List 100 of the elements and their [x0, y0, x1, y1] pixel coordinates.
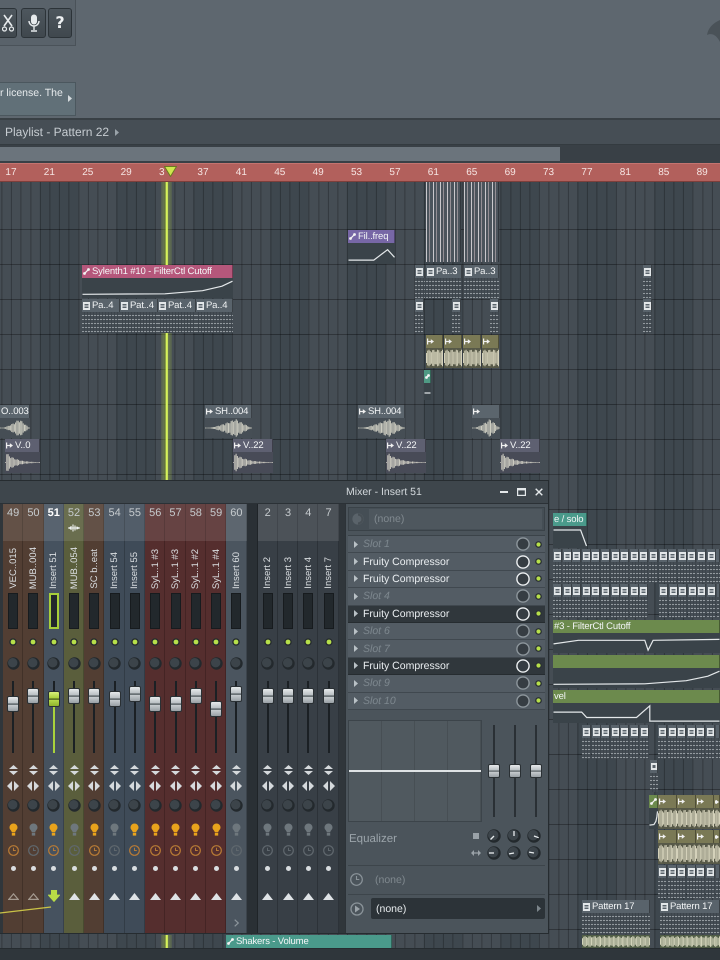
eq-knob[interactable] [507, 846, 521, 860]
triangle-icon[interactable] [210, 892, 222, 900]
dot-icon[interactable] [214, 866, 219, 870]
chevron-right-icon[interactable] [234, 919, 239, 927]
fader-thumb[interactable] [48, 691, 60, 707]
led-icon[interactable] [324, 638, 333, 646]
dot-icon[interactable] [10, 866, 16, 870]
dot-icon[interactable] [132, 866, 138, 870]
fader-thumb[interactable] [262, 688, 274, 704]
clock-icon[interactable] [170, 844, 182, 856]
audio-clip[interactable]: V..0 [5, 439, 40, 473]
pattern-clip[interactable] [650, 760, 658, 792]
slider-thumb[interactable] [509, 764, 521, 778]
bulb-icon[interactable] [191, 822, 200, 836]
led-icon[interactable] [110, 638, 119, 646]
pattern-clip[interactable] [678, 549, 687, 583]
fader-thumb[interactable] [128, 686, 141, 702]
eq-knob[interactable] [487, 846, 501, 860]
left-right-arrows-icon[interactable] [302, 781, 314, 791]
left-right-arrows-icon[interactable] [282, 781, 294, 791]
audio-clip[interactable]: V..22 [500, 439, 540, 473]
pattern-clip[interactable] [610, 725, 620, 759]
automation-clip[interactable]: Shakers - Volume [226, 935, 392, 948]
triangle-icon[interactable] [109, 892, 120, 900]
pattern-clip[interactable] [658, 549, 668, 583]
led-icon[interactable] [535, 628, 542, 635]
pattern-clip[interactable] [415, 265, 425, 298]
eq-knob[interactable] [487, 828, 501, 843]
audio-clip[interactable] [714, 795, 720, 829]
led-icon[interactable] [535, 540, 542, 548]
audio-clip[interactable]: SH..004 [358, 405, 405, 438]
up-down-arrows-icon[interactable] [28, 764, 38, 774]
pattern-clip[interactable] [668, 725, 677, 759]
eq-knob[interactable] [527, 846, 541, 860]
fader-thumb[interactable] [170, 696, 182, 712]
caret-icon[interactable] [354, 628, 358, 635]
pattern-clip[interactable] [601, 549, 610, 583]
pattern-clip[interactable] [553, 584, 562, 618]
led-icon[interactable] [232, 638, 240, 646]
audio-clip[interactable] [677, 830, 696, 864]
up-down-arrows-icon[interactable] [8, 764, 18, 774]
triangle-icon[interactable] [170, 892, 182, 900]
close-icon[interactable] [535, 488, 543, 496]
down-arrow-icon[interactable] [48, 890, 60, 902]
mixer-track[interactable]: 2 Insert 2 [258, 504, 278, 933]
triangle-icon[interactable] [68, 892, 80, 900]
audio-clip[interactable] [463, 335, 481, 368]
audio-clip[interactable]: O..003 [0, 405, 30, 438]
pattern-clip[interactable] [678, 584, 688, 618]
audio-clip[interactable] [658, 795, 677, 829]
microphone-button[interactable] [21, 8, 46, 38]
pattern-clip[interactable] [562, 549, 572, 583]
pattern-clip[interactable] [716, 865, 720, 898]
dot-icon[interactable] [92, 866, 97, 870]
left-right-arrows-icon[interactable] [170, 781, 182, 791]
pattern-clip[interactable] [658, 865, 667, 898]
pattern-clip[interactable]: Pattern 17 [660, 900, 720, 934]
clock-icon[interactable] [88, 844, 100, 856]
led-icon[interactable] [29, 638, 38, 646]
up-down-arrows-icon[interactable] [130, 764, 140, 774]
automation-clip[interactable]: Fil..freq [348, 230, 395, 264]
pattern-clip[interactable] [452, 299, 461, 333]
up-down-arrows-icon[interactable] [212, 764, 221, 774]
mixer-track[interactable]: 59 SyL..1 #4 [206, 504, 226, 933]
clock-icon[interactable] [210, 844, 222, 856]
automation-clip[interactable] [553, 655, 720, 688]
scrollbar-thumb[interactable] [0, 147, 560, 161]
led-icon[interactable] [304, 638, 312, 646]
pattern-clip[interactable] [659, 584, 668, 618]
led-icon[interactable] [535, 662, 542, 670]
audio-clip[interactable] [677, 795, 696, 829]
pattern-clip[interactable] [697, 584, 706, 618]
clock-icon[interactable] [129, 844, 140, 856]
led-icon[interactable] [535, 592, 542, 600]
pattern-clip[interactable]: Pa..4 [82, 299, 120, 333]
caret-icon[interactable] [354, 697, 358, 704]
pattern-clip[interactable] [707, 584, 716, 618]
fader-thumb[interactable] [27, 688, 40, 704]
eq-knob[interactable] [527, 828, 541, 843]
pattern-clip[interactable] [582, 725, 591, 759]
left-right-arrows-icon[interactable] [322, 781, 335, 791]
pattern-clip[interactable] [668, 865, 677, 898]
triangle-icon[interactable] [282, 892, 294, 900]
mixer-track[interactable]: 56 SyL..1 #3 [145, 504, 166, 933]
audio-clip[interactable] [426, 335, 443, 368]
pattern-clip[interactable]: Pa..3 [464, 265, 499, 298]
scissors-button[interactable] [0, 8, 17, 38]
pattern-clip[interactable] [464, 182, 499, 262]
left-right-arrows-icon[interactable] [7, 781, 20, 791]
led-icon[interactable] [151, 638, 160, 646]
clock-icon[interactable] [190, 844, 202, 856]
pattern-clip[interactable] [610, 584, 620, 618]
bulb-icon[interactable] [150, 822, 160, 836]
mixer-track[interactable]: 50 MUB..004 [23, 504, 44, 933]
effect-slot[interactable]: Fruity Compressor [348, 606, 545, 623]
pattern-clip[interactable] [415, 299, 424, 333]
up-down-arrows-icon[interactable] [263, 764, 272, 774]
automation-clip[interactable]: Sylenth1 #10 - FilterCtl Cutoff [82, 265, 233, 298]
help-button[interactable]: ? [48, 8, 72, 38]
automation-clip[interactable] [649, 795, 658, 829]
